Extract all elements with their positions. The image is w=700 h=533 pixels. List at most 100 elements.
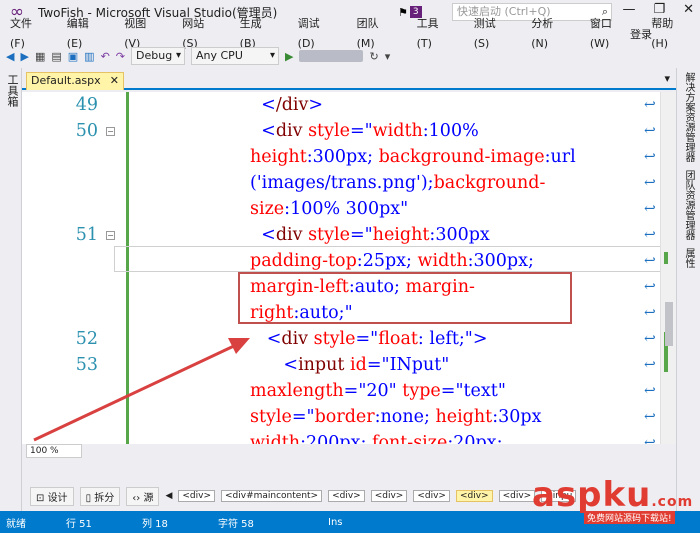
status-ready: 就绪: [6, 518, 26, 530]
breadcrumb-item[interactable]: <div>: [455, 490, 493, 502]
code-line: ('images/trans.png');background- ↩: [22, 170, 676, 196]
breadcrumb-prev-icon[interactable]: ◀: [165, 491, 172, 501]
code-line: 49 </div> ↩: [22, 92, 676, 118]
collapse-region-icon[interactable]: −: [106, 127, 115, 136]
code-line: 51− <div style="height:300px ↩: [22, 222, 676, 248]
split-view-icon: ▯: [85, 492, 95, 504]
breadcrumb-item[interactable]: <div>: [413, 490, 450, 502]
zoom-row: 100 %: [22, 444, 676, 458]
code-text: width:200px; font-size:20px;: [250, 433, 503, 444]
code-text: ('images/trans.png');background-: [250, 173, 546, 193]
line-number: 52: [75, 329, 98, 349]
breadcrumb-item[interactable]: <div>: [328, 490, 365, 502]
zoom-select[interactable]: 100 %: [26, 444, 82, 458]
code-line: width:200px; font-size:20px; ↩: [22, 430, 676, 444]
breadcrumb-item[interactable]: <div>: [178, 490, 215, 502]
design-view-icon: ⊡: [36, 492, 48, 504]
code-line: height:300px; background-image:url ↩: [22, 144, 676, 170]
code-text: height:300px; background-image:url: [250, 147, 576, 167]
code-text: <div style="height:300px: [261, 225, 490, 245]
status-mode: Ins: [328, 516, 343, 528]
word-wrap-glyph-icon: ↩: [644, 253, 656, 269]
line-number: 51: [75, 225, 98, 245]
forward-icon[interactable]: ▶: [20, 50, 28, 63]
open-folder-icon[interactable]: ▤: [51, 50, 61, 63]
code-text: maxlength="20" type="text": [250, 381, 506, 401]
source-view-button[interactable]: ‹› 源: [126, 486, 160, 506]
browser-target-select[interactable]: [299, 50, 364, 62]
collapse-region-icon[interactable]: −: [106, 231, 115, 240]
refresh-icon[interactable]: ↻: [369, 50, 378, 63]
word-wrap-glyph-icon: ↩: [644, 227, 656, 243]
undo-icon[interactable]: ↶: [101, 50, 110, 63]
word-wrap-glyph-icon: ↩: [644, 383, 656, 399]
line-number: 53: [75, 355, 98, 375]
toolbar-more-icon[interactable]: ▾: [385, 50, 391, 63]
aspku-watermark: aspku.com 免费网站源码下载站!: [528, 475, 698, 524]
document-tabs: Default.aspx ✕ ▾: [22, 70, 676, 90]
right-panel-tab[interactable]: 团队资源管理器: [676, 166, 700, 244]
left-tool-strip: 工具箱: [0, 68, 22, 511]
breadcrumb-item[interactable]: <div>: [370, 490, 408, 502]
word-wrap-glyph-icon: ↩: [644, 97, 656, 113]
back-icon[interactable]: ◀: [6, 50, 14, 63]
word-wrap-glyph-icon: ↩: [644, 409, 656, 425]
code-line: margin-left:auto; margin- ↩: [22, 274, 676, 300]
code-text: <div style="float: left;">: [266, 329, 488, 349]
code-line: 52 <div style="float: left;"> ↩: [22, 326, 676, 352]
word-wrap-glyph-icon: ↩: [644, 435, 656, 444]
right-panel-tab[interactable]: 属性: [676, 244, 700, 272]
source-view-icon: ‹›: [132, 492, 144, 504]
code-text: margin-left:auto; margin-: [250, 277, 475, 297]
code-line: 50− <div style="width:100% ↩: [22, 118, 676, 144]
split-view-button[interactable]: ▯ 拆分: [79, 486, 121, 506]
line-number: 49: [75, 95, 98, 115]
word-wrap-glyph-icon: ↩: [644, 201, 656, 217]
watermark-tagline: 免费网站源码下载站!: [584, 511, 675, 524]
new-project-icon[interactable]: ▦: [35, 50, 45, 63]
word-wrap-glyph-icon: ↩: [644, 175, 656, 191]
code-text: </div>: [261, 95, 324, 115]
word-wrap-glyph-icon: ↩: [644, 149, 656, 165]
tab-default-aspx[interactable]: Default.aspx ✕: [26, 72, 124, 90]
menu-bar: 文件(F) 编辑(E) 视图(V) 网站(S) 生成(B) 调试(D) 团队(M) 工具(T)…: [0, 17, 700, 50]
tab-label: Default.aspx: [31, 74, 101, 87]
source-view-label: 源: [143, 492, 154, 504]
design-view-button[interactable]: ⊡ 设计: [30, 486, 74, 506]
start-debug-icon[interactable]: ▶: [285, 50, 293, 63]
word-wrap-glyph-icon: ↩: [644, 123, 656, 139]
code-text: size:100% 300px": [250, 199, 409, 219]
platform-select[interactable]: Any CPU: [191, 47, 279, 65]
configuration-select[interactable]: Debug: [131, 47, 185, 65]
tab-dropdown-icon[interactable]: ▾: [664, 72, 670, 85]
save-all-icon[interactable]: ▥: [84, 50, 94, 63]
login-link[interactable]: 登录: [630, 26, 652, 42]
code-line: size:100% 300px" ↩: [22, 196, 676, 222]
code-line: 53 <input id="INput" ↩: [22, 352, 676, 378]
save-icon[interactable]: ▣: [68, 50, 78, 63]
toolbar: ◀ ▶ ▦ ▤ ▣ ▥ ↶ ↷ Debug Any CPU ▶ ↻ ▾: [0, 44, 700, 68]
code-line: padding-top:25px; width:300px; ↩: [22, 248, 676, 274]
code-text: <input id="INput": [283, 355, 450, 375]
code-line: style="border:none; height:30px ↩: [22, 404, 676, 430]
code-text: padding-top:25px; width:300px;: [250, 251, 534, 271]
toolbox-tab[interactable]: 工具箱: [0, 68, 24, 113]
code-editor[interactable]: 49 </div> ↩ 50− <div style="width:100% ↩ hei…: [22, 92, 676, 444]
status-col: 列 18: [142, 518, 168, 530]
status-char: 字符 58: [218, 518, 254, 530]
design-view-label: 设计: [47, 492, 68, 504]
watermark-brand: aspku: [532, 475, 652, 515]
redo-icon[interactable]: ↷: [116, 50, 125, 63]
split-view-label: 拆分: [94, 492, 115, 504]
word-wrap-glyph-icon: ↩: [644, 279, 656, 295]
breadcrumb-item[interactable]: <div#maincontent>: [220, 490, 323, 502]
status-row: 行 51: [66, 518, 92, 530]
close-tab-icon[interactable]: ✕: [110, 73, 119, 89]
watermark-domain: .com: [651, 494, 694, 510]
code-line: maxlength="20" type="text" ↩: [22, 378, 676, 404]
word-wrap-glyph-icon: ↩: [644, 331, 656, 347]
code-text: right:auto;": [250, 303, 353, 323]
code-text: <div style="width:100%: [261, 121, 479, 141]
right-panel-tab[interactable]: 解决方案资源管理器: [676, 68, 700, 166]
right-tool-strip: 解决方案资源管理器 团队资源管理器 属性: [676, 68, 700, 511]
